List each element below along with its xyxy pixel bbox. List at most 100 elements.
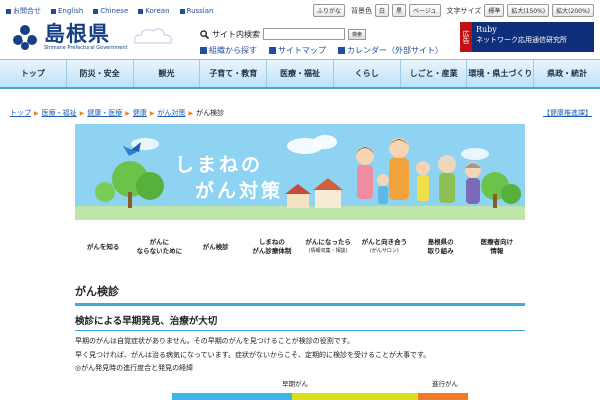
submenu-if-cancer[interactable]: がんになったら (情報収集・相談) bbox=[300, 233, 356, 261]
banner-title-line2: がん対策 bbox=[195, 180, 284, 202]
advanced-cancer-label: 進行がん bbox=[432, 380, 458, 388]
department-link[interactable]: 【健康推進課】 bbox=[543, 108, 592, 118]
bg-beige-button[interactable]: ベージュ bbox=[409, 4, 441, 17]
square-bullet-icon bbox=[179, 8, 185, 14]
quick-links: 組織から探す サイトマップ カレンダー（外部サイト） bbox=[200, 45, 443, 56]
search-button[interactable]: 検索 bbox=[348, 28, 367, 40]
english-link-label: English bbox=[58, 7, 84, 15]
bg-color-label: 背景色 bbox=[351, 6, 372, 15]
font-size-label: 文字サイズ bbox=[446, 6, 482, 15]
page-title: がん検診 bbox=[75, 283, 525, 306]
russian-link[interactable]: Russian bbox=[179, 6, 214, 16]
submenu-screening[interactable]: がん検診 bbox=[188, 233, 244, 261]
sitemap-link[interactable]: サイトマップ bbox=[269, 45, 326, 56]
search-icon bbox=[200, 29, 209, 39]
ad-line1: Ruby bbox=[476, 25, 497, 34]
breadcrumb: トップ ▶ 医療・福祉 ▶ 健康・医療 ▶ 健康 ▶ がん対策 ▶ がん検診 bbox=[10, 108, 224, 118]
org-search-link[interactable]: 組織から探す bbox=[200, 45, 257, 56]
prefecture-emblem-icon bbox=[13, 25, 37, 50]
chevron-right-icon: ▶ bbox=[149, 109, 155, 117]
chinese-link[interactable]: Chinese bbox=[93, 6, 128, 16]
nav-welfare[interactable]: 医療・福祉 bbox=[267, 60, 334, 87]
grid-icon bbox=[200, 47, 207, 54]
ad-banner[interactable]: 広告 Ruby ネットワーク応用通信研究所 bbox=[460, 22, 594, 52]
submenu-label: がんと向き合う bbox=[361, 238, 408, 246]
submenu-prefecture-efforts[interactable]: 島根県の 取り組み bbox=[413, 233, 469, 261]
submenu-label: がんを知る bbox=[86, 242, 120, 251]
korean-link-label: Korean bbox=[145, 7, 170, 15]
chevron-right-icon: ▶ bbox=[188, 109, 194, 117]
submenu-label: 島根県の bbox=[427, 238, 454, 246]
stage-bar-blue bbox=[172, 393, 292, 400]
square-bullet-icon bbox=[93, 8, 99, 14]
nav-safety[interactable]: 防災・安全 bbox=[67, 60, 134, 87]
nav-education[interactable]: 子育て・教育 bbox=[200, 60, 268, 87]
site-logo[interactable]: 島根県 Shimane Prefectural Government bbox=[10, 22, 175, 52]
chinese-link-label: Chinese bbox=[100, 7, 129, 15]
submenu-label: しまねの bbox=[258, 238, 285, 246]
cancer-submenu: がんを知る がんに ならないために がん検診 しまねの がん診療体制 がんになったら… bbox=[75, 233, 525, 261]
utility-bar: ふりがな 背景色 白 黒 ベージュ 文字サイズ 標準 拡大(150%) 拡大(2… bbox=[312, 4, 594, 17]
breadcrumb-current: がん検診 bbox=[196, 109, 225, 117]
breadcrumb-health[interactable]: 健康 bbox=[133, 108, 147, 118]
breadcrumb-top[interactable]: トップ bbox=[10, 108, 31, 118]
calendar-icon bbox=[338, 47, 345, 54]
cloud-decoration-icon bbox=[134, 28, 173, 44]
site-subtitle: Shimane Prefectural Government bbox=[44, 45, 128, 51]
search-input[interactable] bbox=[263, 28, 345, 40]
square-bullet-icon bbox=[6, 8, 11, 14]
submenu-facing-cancer[interactable]: がんと向き合う (がんサロン) bbox=[356, 233, 412, 261]
bg-white-button[interactable]: 白 bbox=[375, 4, 390, 17]
chevron-right-icon: ▶ bbox=[34, 109, 39, 117]
submenu-note: (がんサロン) bbox=[369, 248, 399, 254]
banner-illustration-icon bbox=[75, 135, 525, 220]
banner-title-line1: しまねの bbox=[175, 154, 264, 176]
font-standard-button[interactable]: 標準 bbox=[484, 4, 505, 17]
ad-line2: ネットワーク応用通信研究所 bbox=[476, 36, 567, 44]
nav-top[interactable]: トップ bbox=[0, 60, 67, 87]
submenu-prevention[interactable]: がんに ならないために bbox=[131, 233, 187, 261]
submenu-label: がんになったら bbox=[305, 238, 351, 246]
calendar-label: カレンダー（外部サイト） bbox=[347, 46, 443, 55]
korean-link[interactable]: Korean bbox=[138, 6, 170, 16]
cancer-banner: しまねの がん対策 bbox=[75, 124, 525, 220]
submenu-label-2: 情報 bbox=[490, 247, 504, 255]
font-200-button[interactable]: 拡大(200%) bbox=[552, 4, 594, 17]
calendar-link[interactable]: カレンダー（外部サイト） bbox=[338, 45, 443, 56]
sitemap-label: サイトマップ bbox=[278, 46, 326, 55]
body-paragraph-3: ◎がん発見時の進行度合と発見の経緯 bbox=[75, 364, 194, 372]
ad-tag: 広告 bbox=[460, 22, 472, 52]
submenu-care-system[interactable]: しまねの がん診療体制 bbox=[244, 233, 300, 261]
square-bullet-icon bbox=[138, 8, 144, 14]
nav-living[interactable]: くらし bbox=[334, 60, 401, 87]
contact-link-label: お問合せ bbox=[13, 7, 41, 15]
nav-environment[interactable]: 環境・県土づくり bbox=[467, 60, 535, 87]
site-search: サイト内検索 検索 bbox=[200, 28, 367, 40]
submenu-label: がん検診 bbox=[202, 242, 229, 251]
global-nav: トップ 防災・安全 観光 子育て・教育 医療・福祉 くらし しごと・産業 環境・… bbox=[0, 59, 600, 89]
furigana-button[interactable]: ふりがな bbox=[312, 4, 345, 17]
breadcrumb-health-medical[interactable]: 健康・医療 bbox=[87, 108, 122, 118]
nav-tourism[interactable]: 観光 bbox=[134, 60, 201, 87]
contact-link[interactable]: お問合せ bbox=[6, 6, 41, 16]
body-paragraph-1: 早期のがんは自覚症状がありません。その早期のがんを見つけることが検診の役割です。 bbox=[75, 337, 355, 345]
submenu-medical-info[interactable]: 医療者向け 情報 bbox=[469, 233, 525, 261]
search-label: サイト内検索 bbox=[212, 29, 260, 39]
font-150-button[interactable]: 拡大(150%) bbox=[507, 4, 550, 17]
stage-bar-orange bbox=[418, 393, 468, 400]
nav-industry[interactable]: しごと・産業 bbox=[401, 60, 468, 87]
bg-black-button[interactable]: 黒 bbox=[392, 4, 407, 17]
breadcrumb-welfare[interactable]: 医療・福祉 bbox=[42, 108, 77, 118]
submenu-know-cancer[interactable]: がんを知る bbox=[75, 233, 131, 261]
grid-icon bbox=[269, 47, 276, 54]
submenu-note: (情報収集・相談) bbox=[308, 248, 348, 254]
early-cancer-label: 早期がん bbox=[282, 380, 308, 388]
english-link[interactable]: English bbox=[51, 6, 83, 16]
org-search-label: 組織から探す bbox=[209, 46, 257, 55]
russian-link-label: Russian bbox=[186, 7, 214, 15]
nav-politics[interactable]: 県政・統計 bbox=[534, 60, 600, 87]
section-heading: 検診による早期発見、治療が大切 bbox=[75, 313, 525, 331]
square-bullet-icon bbox=[51, 8, 56, 14]
body-paragraph-2: 早く見つければ、がんは治る病気になっています。症状がないからこそ、定期的に検診を… bbox=[75, 351, 431, 359]
breadcrumb-cancer[interactable]: がん対策 bbox=[158, 108, 186, 118]
